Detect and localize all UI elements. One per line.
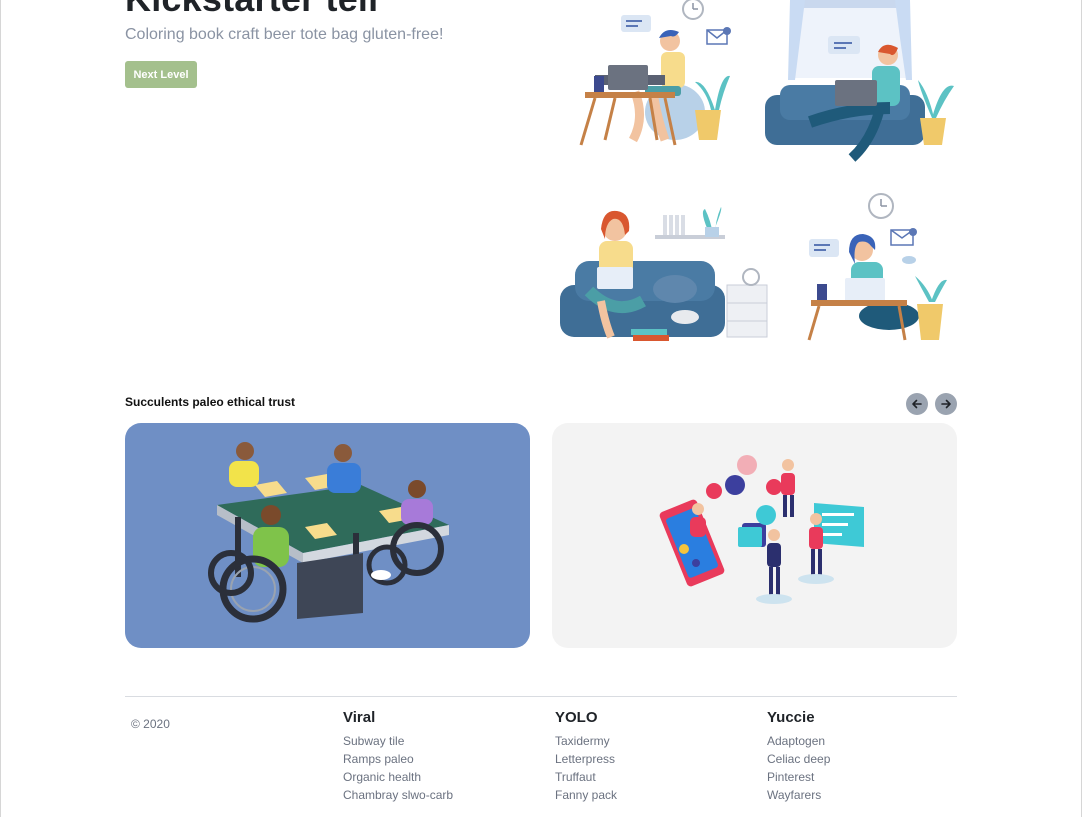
footer-link[interactable]: Taxidermy (555, 732, 617, 750)
footer-column-heading: Yuccie (767, 709, 815, 726)
carousel-card[interactable] (552, 423, 957, 648)
footer-link[interactable]: Fanny pack (555, 786, 617, 804)
footer-link[interactable]: Truffaut (555, 768, 617, 786)
next-button[interactable] (935, 393, 957, 415)
person-on-sofa-with-laptop-illustration (765, 0, 954, 162)
arrow-left-icon (912, 399, 922, 409)
footer-link[interactable]: Chambray slwo-carb (343, 786, 453, 804)
arrow-right-icon (941, 399, 951, 409)
footer-column-yuccie: Yuccie Adaptogen Celiac deep Pinterest W… (767, 709, 830, 804)
footer-divider (125, 696, 957, 697)
footer-column-viral: Viral Subway tile Ramps paleo Organic he… (343, 709, 453, 804)
person-at-desk-with-laptop-illustration (579, 0, 731, 146)
footer-column-yolo: YOLO Taxidermy Letterpress Truffaut Fann… (555, 709, 617, 804)
footer-link[interactable]: Organic health (343, 768, 453, 786)
hero-title: Kickstarter tell (125, 0, 378, 20)
people-around-table-illustration (208, 442, 449, 623)
footer-link[interactable]: Adaptogen (767, 732, 830, 750)
page-border-right (1081, 0, 1082, 817)
page-border-left (0, 0, 1, 817)
copyright-text: © 2020 (131, 717, 170, 731)
footer-link[interactable]: Pinterest (767, 768, 830, 786)
person-at-table-with-laptop-illustration (807, 193, 947, 341)
carousel-card[interactable] (125, 423, 530, 648)
social-media-phone-illustration (659, 455, 864, 604)
footer-link[interactable]: Wayfarers (767, 786, 830, 804)
footer-column-heading: Viral (343, 709, 376, 726)
footer-link[interactable]: Celiac deep (767, 750, 830, 768)
footer-link[interactable]: Letterpress (555, 750, 617, 768)
footer-column-heading: YOLO (555, 709, 598, 726)
previous-button[interactable] (906, 393, 928, 415)
footer-link[interactable]: Ramps paleo (343, 750, 453, 768)
section-title: Succulents paleo ethical trust (125, 395, 296, 409)
person-on-couch-with-laptop-illustration (560, 207, 768, 341)
next-level-button[interactable]: Next Level (125, 61, 197, 88)
footer-link[interactable]: Subway tile (343, 732, 453, 750)
hero-subtitle: Coloring book craft beer tote bag gluten… (125, 26, 444, 43)
